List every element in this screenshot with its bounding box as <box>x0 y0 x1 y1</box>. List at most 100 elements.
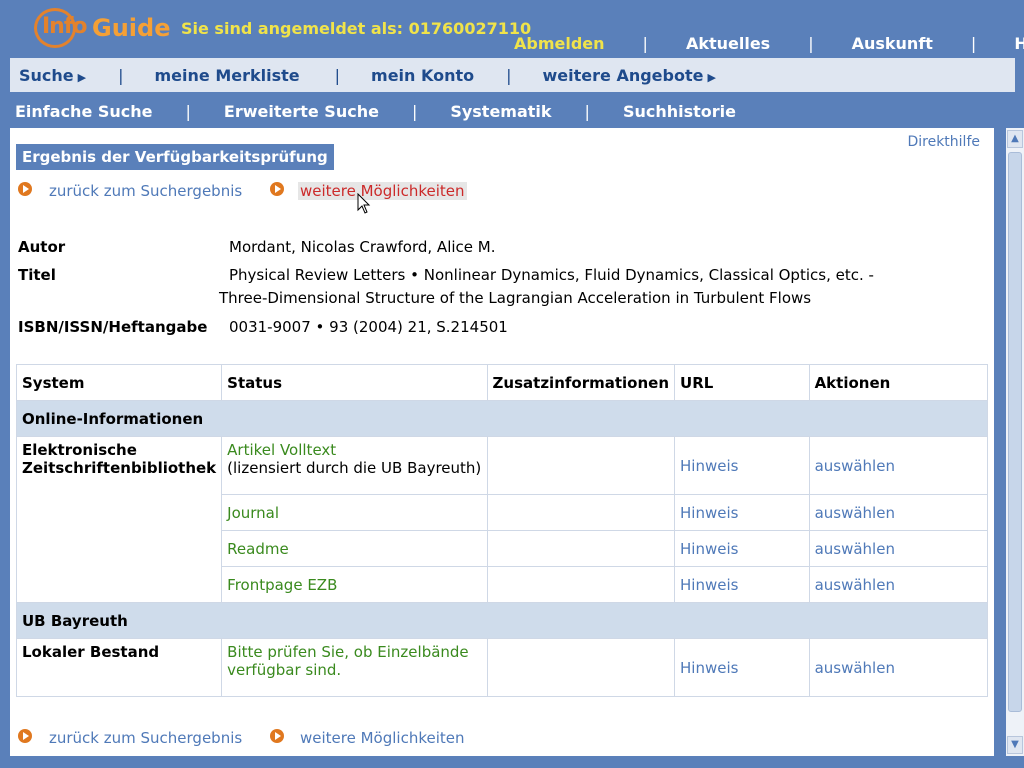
hint-link[interactable]: Hinweis <box>680 659 738 677</box>
system-cell-local: Lokaler Bestand <box>15 638 223 697</box>
author-value: Mordant, Nicolas Crawford, Alice M. <box>229 238 496 256</box>
additional-info-cell <box>486 530 676 567</box>
local-status-line1: Bitte prüfen Sie, ob Einzelbände <box>227 643 469 661</box>
information-link[interactable]: Auskunft <box>852 34 933 53</box>
additional-info-cell <box>486 566 676 603</box>
back-to-results-link[interactable]: zurück zum Suchergebnis <box>49 729 242 747</box>
tab-search-history[interactable]: Suchhistorie <box>623 102 736 121</box>
tab-advanced-search[interactable]: Erweiterte Suche <box>224 102 379 121</box>
tab-classification[interactable]: Systematik <box>450 102 551 121</box>
content-frame: Direkthilfe Ergebnis der Verfügbarkeitsp… <box>10 128 994 756</box>
section-row-online: Online-Informationen <box>16 400 988 437</box>
additional-info-cell <box>486 638 676 697</box>
hint-link[interactable]: Hinweis <box>680 540 738 558</box>
url-cell: Hinweis <box>674 530 810 567</box>
more-options-link[interactable]: weitere Möglichkeiten <box>298 182 467 200</box>
logout-link[interactable]: Abmelden <box>514 34 605 53</box>
table-row: Elektronische Zeitschriftenbibliothek Ar… <box>15 436 989 603</box>
scroll-up-arrow-icon[interactable]: ▲ <box>1007 130 1023 148</box>
status-cell: Readme <box>221 530 488 567</box>
logo-guide-text: Guide <box>92 14 171 42</box>
select-link[interactable]: auswählen <box>815 540 895 558</box>
link-row-top: zurück zum Suchergebnis weitere Möglichk… <box>16 180 616 202</box>
frontpage-ezb-link[interactable]: Frontpage EZB <box>227 576 337 594</box>
direct-help-link[interactable]: Direkthilfe <box>907 134 980 150</box>
url-cell: Hinweis <box>674 566 810 603</box>
action-cell: auswählen <box>808 638 989 697</box>
action-cell: auswählen <box>808 494 989 531</box>
nav-account[interactable]: mein Konto <box>362 66 474 85</box>
readme-link[interactable]: Readme <box>227 540 289 558</box>
caret-right-icon: ▶ <box>707 70 716 84</box>
tab-simple-search[interactable]: Einfache Suche <box>15 102 153 121</box>
header-bar: Info Guide Sie sind angemeldet als: 0176… <box>0 0 1024 58</box>
caret-right-icon: ▶ <box>77 70 87 84</box>
section-online-label: Online-Informationen <box>16 400 988 437</box>
infoguide-logo[interactable]: Info Guide <box>34 6 170 50</box>
section-row-ub-bayreuth: UB Bayreuth <box>16 602 988 639</box>
hint-link[interactable]: Hinweis <box>680 576 738 594</box>
link-row-bottom: zurück zum Suchergebnis weitere Möglichk… <box>16 727 616 749</box>
separator: | <box>506 65 512 85</box>
separator: | <box>334 65 341 85</box>
additional-info-cell <box>486 436 676 495</box>
select-link[interactable]: auswählen <box>815 504 895 522</box>
more-options-link[interactable]: weitere Möglichkeiten <box>300 729 465 747</box>
col-header-additional-info: Zusatzinformationen <box>486 364 676 401</box>
result-title: Ergebnis der Verfügbarkeitsprüfung <box>16 144 334 170</box>
isbn-value: 0031-9007 • 93 (2004) 21, S.214501 <box>229 318 508 336</box>
separator: | <box>584 101 590 121</box>
nav-search[interactable]: Suche ▶ <box>10 66 86 85</box>
status-cell: Bitte prüfen Sie, ob Einzelbände verfügb… <box>221 638 488 697</box>
isbn-label: ISBN/ISSN/Heftangabe <box>18 318 208 336</box>
table-row: Lokaler Bestand Bitte prüfen Sie, ob Ein… <box>15 638 989 697</box>
nav-more-offers[interactable]: weitere Angebote ▶ <box>534 66 716 85</box>
separator: | <box>970 33 977 53</box>
url-cell: Hinweis <box>674 436 810 495</box>
arrow-bullet-icon <box>18 729 32 743</box>
journal-link[interactable]: Journal <box>227 504 279 522</box>
scroll-thumb[interactable] <box>1008 152 1022 712</box>
action-cell: auswählen <box>808 436 989 495</box>
separator: | <box>411 101 418 121</box>
additional-info-cell <box>486 494 676 531</box>
news-link[interactable]: Aktuelles <box>686 34 770 53</box>
title-label: Titel <box>18 266 56 284</box>
arrow-bullet-icon <box>18 182 32 196</box>
back-to-results-link[interactable]: zurück zum Suchergebnis <box>49 182 242 200</box>
vertical-scrollbar[interactable]: ▲ ▼ <box>1006 128 1024 756</box>
section-ub-label: UB Bayreuth <box>16 602 988 639</box>
action-cell: auswählen <box>808 530 989 567</box>
select-link[interactable]: auswählen <box>815 576 895 594</box>
status-cell: Journal <box>221 494 488 531</box>
logo-info-text: Info <box>42 14 88 39</box>
local-status-line2: verfügbar sind. <box>227 661 342 679</box>
login-status: Sie sind angemeldet als: 01760027110 <box>181 19 532 38</box>
availability-table: System Status Zusatzinformationen URL Ak… <box>15 364 989 697</box>
hint-link[interactable]: Hinweis <box>680 504 738 522</box>
mouse-pointer-icon <box>357 193 371 214</box>
help-link[interactable]: Hilfe <box>1014 34 1024 53</box>
author-label: Autor <box>18 238 66 256</box>
status-subtext: (lizensiert durch die UB Bayreuth) <box>227 459 482 477</box>
scroll-down-arrow-icon[interactable]: ▼ <box>1007 736 1023 754</box>
sub-nav: Einfache Suche | Erweiterte Suche | Syst… <box>0 94 1024 128</box>
main-nav: Suche ▶ | meine Merkliste | mein Konto | … <box>10 58 1015 92</box>
action-cell: auswählen <box>808 566 989 603</box>
url-cell: Hinweis <box>674 494 810 531</box>
arrow-bullet-icon <box>270 729 284 743</box>
separator: | <box>185 101 191 121</box>
arrow-bullet-icon <box>270 182 284 196</box>
select-link[interactable]: auswählen <box>815 659 895 677</box>
nav-watchlist[interactable]: meine Merkliste <box>146 66 300 85</box>
full-text-link[interactable]: Artikel Volltext <box>227 441 336 459</box>
hint-link[interactable]: Hinweis <box>680 457 738 475</box>
select-link[interactable]: auswählen <box>815 457 895 475</box>
col-header-system: System <box>15 364 223 401</box>
col-header-url: URL <box>674 364 810 401</box>
url-cell: Hinweis <box>674 638 810 697</box>
table-header-row: System Status Zusatzinformationen URL Ak… <box>15 364 989 401</box>
separator: | <box>118 65 124 85</box>
system-cell-ezb: Elektronische Zeitschriftenbibliothek <box>15 436 223 603</box>
title-value-line1: Physical Review Letters • Nonlinear Dyna… <box>229 266 874 284</box>
